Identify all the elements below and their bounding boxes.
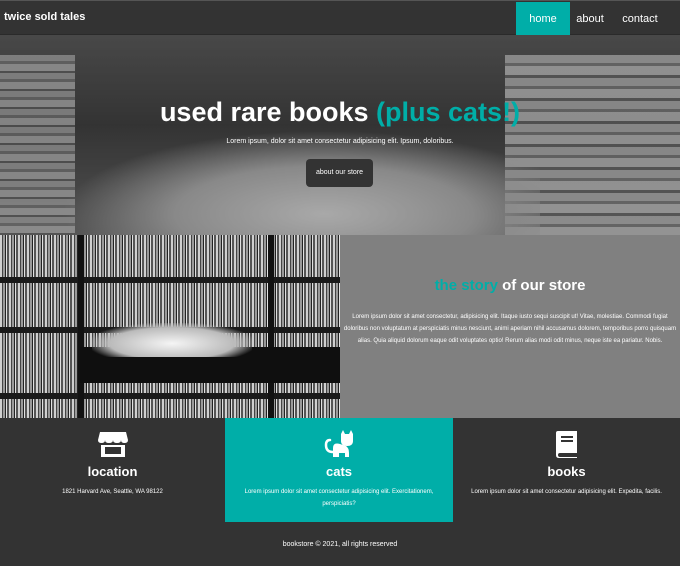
top-navbar: twice sold tales home about contact — [0, 0, 680, 36]
hero-title-main: used rare books — [159, 97, 377, 127]
shelf-divider — [0, 393, 340, 399]
feature-icon-wrap — [453, 430, 680, 460]
feature-text-books: Lorem ipsum dolor sit amet consectetur a… — [471, 489, 662, 495]
shelf-divider — [0, 277, 340, 283]
store-icon — [97, 432, 128, 457]
feature-text-cats: Lorem ipsum dolor sit amet consectetur a… — [244, 489, 434, 507]
story-body: Lorem ipsum dolor sit amet consectetur, … — [343, 314, 677, 344]
feature-icon-wrap — [0, 430, 225, 460]
shelf-pillar — [268, 235, 274, 418]
feature-location: location 1821 Harvard Ave, Seattle, WA 9… — [0, 418, 225, 522]
story-section: the story of our store Lorem ipsum dolor… — [0, 235, 680, 418]
feature-title-books: books — [547, 464, 586, 479]
nav-link-contact[interactable]: contact — [610, 2, 670, 36]
hero-overlay — [0, 35, 680, 235]
footer: bookstore © 2021, all rights reserved — [0, 522, 680, 566]
shelf-pillar — [78, 235, 84, 418]
book-icon — [555, 431, 577, 458]
story-title-rest: of our store — [497, 277, 586, 294]
hero-title-accent: (plus cats!) — [376, 97, 521, 127]
nav-link-home[interactable]: home — [516, 2, 570, 36]
story-title-accent: the story — [434, 277, 498, 294]
feature-title-cats: cats — [325, 464, 353, 479]
cat-icon — [324, 430, 353, 457]
about-store-button[interactable]: about our store — [306, 159, 373, 187]
brand-logo[interactable]: twice sold tales — [4, 11, 85, 23]
open-book-on-table — [92, 323, 252, 357]
hero-subtitle: Lorem ipsum, dolor sit amet consectetur … — [226, 138, 454, 145]
story-text-panel: the story of our store Lorem ipsum dolor… — [340, 235, 680, 418]
hero-section: used rare books (plus cats!) Lorem ipsum… — [0, 35, 680, 235]
feature-cats: cats Lorem ipsum dolor sit amet consecte… — [225, 418, 453, 522]
footer-copyright: bookstore © 2021, all rights reserved — [282, 541, 398, 548]
library-shelves-image — [0, 235, 340, 418]
feature-books: books Lorem ipsum dolor sit amet consect… — [453, 418, 680, 522]
feature-title-location: location — [87, 464, 138, 479]
hero-title: used rare books (plus cats!) — [0, 97, 680, 128]
nav-link-about[interactable]: about — [570, 2, 610, 36]
feature-text-location: 1821 Harvard Ave, Seattle, WA 98122 — [62, 489, 163, 495]
features-section: location 1821 Harvard Ave, Seattle, WA 9… — [0, 418, 680, 522]
story-title: the story of our store — [340, 277, 680, 294]
nav-links: home about contact — [516, 2, 680, 36]
feature-icon-wrap — [225, 430, 453, 460]
